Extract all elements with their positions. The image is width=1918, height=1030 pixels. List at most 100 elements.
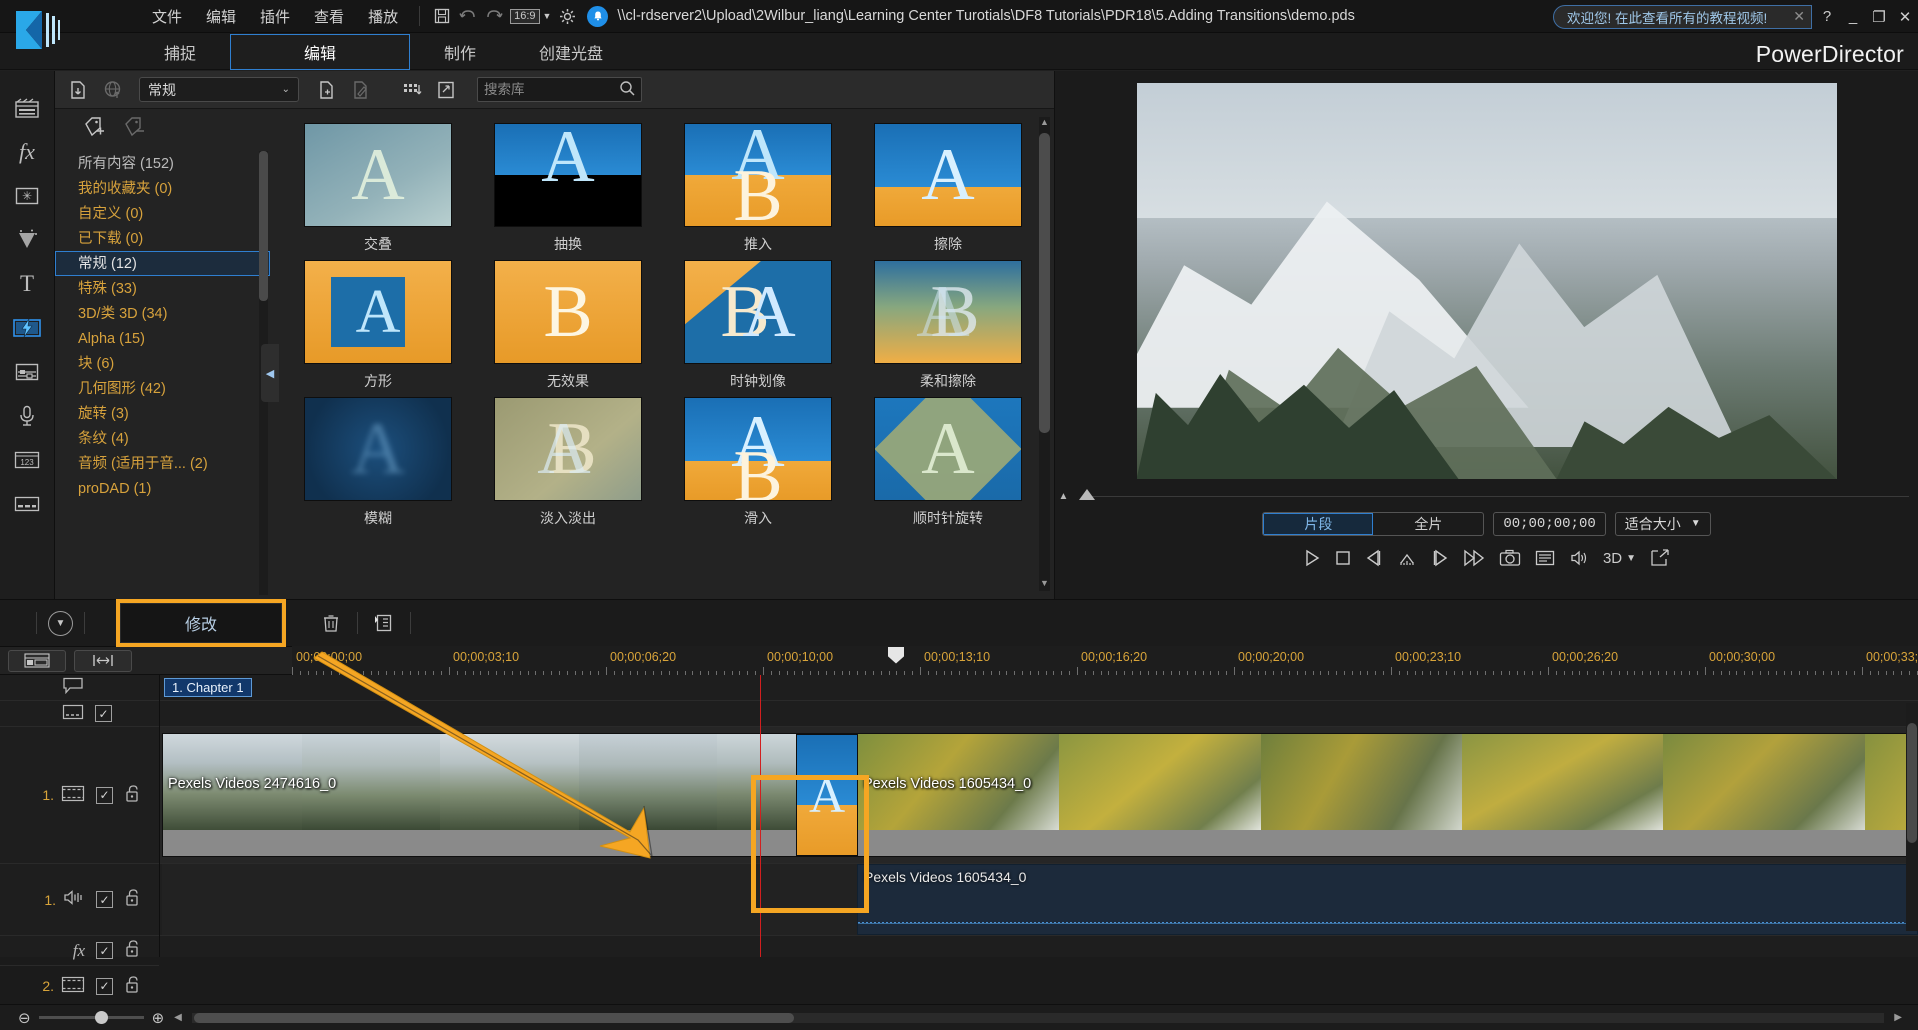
chapter-track-row[interactable]: 1. Chapter 1 <box>160 675 1918 701</box>
step-marker-button[interactable] <box>1397 546 1417 570</box>
preview-video[interactable] <box>1137 83 1837 479</box>
modify-button[interactable]: 修改 <box>120 603 282 643</box>
playhead-handle[interactable] <box>888 647 904 664</box>
preview-mode-movie[interactable]: 全片 <box>1373 513 1483 535</box>
category-item-prodad[interactable]: proDAD (1) <box>55 476 270 501</box>
snapshot-button[interactable] <box>1499 546 1521 570</box>
category-item-special[interactable]: 特殊 (33) <box>55 276 270 301</box>
track-enable-checkbox[interactable]: ✓ <box>96 978 113 995</box>
track-header-video-1[interactable]: 1. ✓ <box>0 727 159 864</box>
tab-create-disc[interactable]: 创建光盘 <box>510 34 632 70</box>
menu-view[interactable]: 查看 <box>302 2 356 31</box>
track-header-effect[interactable]: fx ✓ <box>0 936 159 966</box>
collapse-panel-icon[interactable]: ◀ <box>261 344 279 402</box>
audio-track-1-row[interactable]: Pexels Videos 1605434_0 <box>160 864 1918 936</box>
category-item-general[interactable]: 常规 (12) <box>55 251 270 276</box>
trash-icon[interactable] <box>316 609 346 637</box>
timeline-clip-2[interactable]: Pexels Videos 1605434_0 <box>857 733 1918 857</box>
close-button[interactable]: ✕ <box>1892 0 1918 33</box>
timeline-ruler[interactable]: 00;00;00;00 00;00;03;10 00;00;06;20 00;0… <box>292 646 1918 676</box>
zoom-slider-knob[interactable] <box>95 1011 108 1024</box>
category-item-audio[interactable]: 音频 (适用于音... (2) <box>55 451 270 476</box>
bell-icon[interactable] <box>587 6 608 27</box>
category-item-rotate[interactable]: 旋转 (3) <box>55 401 270 426</box>
transition-item-replace[interactable]: A 抽换 <box>478 123 658 254</box>
stop-button[interactable] <box>1335 546 1351 570</box>
unlock-icon[interactable] <box>124 888 140 911</box>
timeline-horizontal-scrollbar[interactable] <box>192 1013 1884 1023</box>
previous-frame-button[interactable] <box>1365 546 1383 570</box>
three-d-caret-icon[interactable]: ▼ <box>1626 546 1636 570</box>
zoom-out-icon[interactable]: ⊖ <box>18 1009 31 1027</box>
timeline-clip-1[interactable]: Pexels Videos 2474616_0 <box>162 733 857 857</box>
chevron-down-circle-icon[interactable]: ▼ <box>48 611 73 636</box>
snap-icon[interactable] <box>74 650 132 672</box>
search-icon[interactable] <box>619 80 635 100</box>
play-button[interactable] <box>1303 546 1321 570</box>
gear-icon[interactable] <box>554 4 580 28</box>
transition-item-blur[interactable]: A 模糊 <box>288 397 468 528</box>
import-media-icon[interactable] <box>63 76 93 104</box>
scrubber-handle[interactable] <box>1079 489 1095 500</box>
track-enable-checkbox[interactable]: ✓ <box>96 942 113 959</box>
tag-add-icon[interactable] <box>83 116 109 142</box>
unlock-icon[interactable] <box>124 784 140 807</box>
category-item-stripe[interactable]: 条纹 (4) <box>55 426 270 451</box>
popout-button[interactable] <box>1650 546 1670 570</box>
sort-grid-icon[interactable] <box>397 76 427 104</box>
category-item-downloaded[interactable]: 已下载 (0) <box>55 226 270 251</box>
help-button[interactable]: ? <box>1814 0 1840 33</box>
category-item-3d[interactable]: 3D/类 3D (34) <box>55 301 270 326</box>
category-item-geometric[interactable]: 几何图形 (42) <box>55 376 270 401</box>
unlock-icon[interactable] <box>124 939 140 962</box>
audio-clip-1[interactable] <box>162 864 857 935</box>
tab-edit[interactable]: 编辑 <box>230 34 410 70</box>
transition-item-wipe[interactable]: A 擦除 <box>858 123 1038 254</box>
three-d-button[interactable]: 3D <box>1603 546 1622 570</box>
volume-button[interactable] <box>1569 546 1589 570</box>
subtitle-track-row[interactable] <box>160 701 1918 727</box>
track-header-subtitle[interactable]: ✓ <box>0 701 159 727</box>
preview-mode-clip[interactable]: 片段 <box>1263 513 1373 535</box>
fast-forward-button[interactable] <box>1463 546 1485 570</box>
transition-item-clockwise-rotate[interactable]: A 顺时针旋转 <box>858 397 1038 528</box>
subtitle-room-icon[interactable] <box>9 489 45 519</box>
preview-list-button[interactable] <box>1535 546 1555 570</box>
save-icon[interactable] <box>429 4 455 28</box>
effect-room-icon[interactable]: fx <box>9 137 45 167</box>
zoom-in-icon[interactable]: ⊕ <box>152 1009 165 1027</box>
menu-plugins[interactable]: 插件 <box>248 2 302 31</box>
preview-timecode[interactable]: 00;00;00;00 <box>1493 512 1605 536</box>
category-item-alpha[interactable]: Alpha (15) <box>55 326 270 351</box>
menu-file[interactable]: 文件 <box>140 2 194 31</box>
voice-over-room-icon[interactable] <box>9 401 45 431</box>
download-from-web-icon[interactable] <box>97 76 127 104</box>
aspect-ratio-selector[interactable]: 16:9 ▼ <box>507 9 554 24</box>
scroll-left-icon[interactable]: ◀ <box>174 1012 182 1023</box>
library-filter-select[interactable]: 常规 ⌄ <box>139 77 299 102</box>
undo-icon[interactable] <box>455 4 481 28</box>
tab-capture[interactable]: 捕捉 <box>130 34 230 70</box>
track-manager-icon[interactable] <box>8 650 66 672</box>
particle-room-icon[interactable] <box>9 225 45 255</box>
video-track-1-row[interactable]: Pexels Videos 2474616_0 Pe <box>160 727 1918 864</box>
scroll-right-icon[interactable]: ▶ <box>1894 1012 1902 1023</box>
preview-mode-toggle[interactable]: 片段 全片 <box>1262 512 1484 536</box>
transition-item-square[interactable]: A 方形 <box>288 260 468 391</box>
search-input[interactable] <box>484 82 609 97</box>
category-item-favorites[interactable]: 我的收藏夹 (0) <box>55 176 270 201</box>
track-enable-checkbox[interactable]: ✓ <box>95 705 112 722</box>
transition-item-slide[interactable]: A B 滑入 <box>668 397 848 528</box>
category-item-block[interactable]: 块 (6) <box>55 351 270 376</box>
minimize-button[interactable]: _ <box>1840 0 1866 33</box>
new-item-icon[interactable] <box>311 76 341 104</box>
timeline-vertical-scrollbar[interactable] <box>1906 703 1918 931</box>
track-enable-checkbox[interactable]: ✓ <box>96 891 113 908</box>
tag-remove-icon[interactable] <box>123 116 149 142</box>
scroll-down-icon[interactable]: ▼ <box>1039 578 1050 591</box>
media-room-icon[interactable] <box>9 93 45 123</box>
next-frame-button[interactable] <box>1431 546 1449 570</box>
scroll-up-icon[interactable]: ▲ <box>1039 117 1050 130</box>
welcome-notification[interactable]: 欢迎您! 在此查看所有的教程视频! ✕ <box>1553 5 1812 29</box>
track-enable-checkbox[interactable]: ✓ <box>96 787 113 804</box>
